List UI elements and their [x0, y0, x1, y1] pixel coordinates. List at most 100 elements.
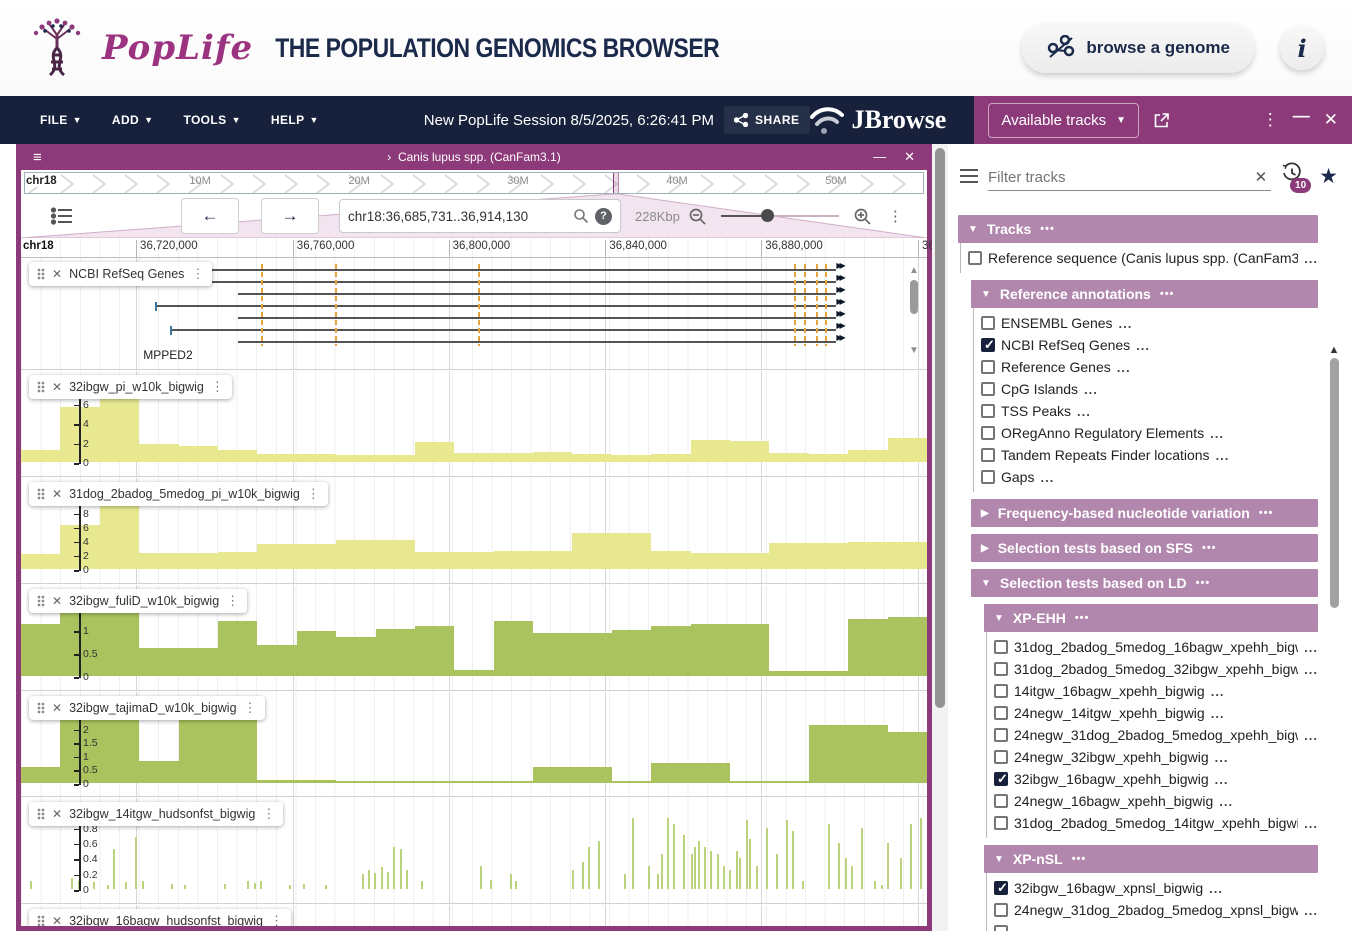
track-menu-kebab-icon[interactable]: ⋮ [191, 266, 204, 282]
track-item[interactable]: 32ibgw_16bagw_xpehh_bigwig... [994, 768, 1318, 790]
track-item-menu-icon[interactable]: ... [1020, 925, 1034, 931]
drag-handle-icon[interactable] [37, 488, 45, 500]
checkbox-unchecked-icon[interactable] [994, 816, 1008, 830]
checkbox-unchecked-icon[interactable] [981, 404, 995, 418]
close-track-icon[interactable]: ✕ [52, 267, 62, 281]
gene-model-line[interactable] [238, 293, 836, 295]
drag-handle-icon[interactable] [37, 915, 45, 926]
menu-add[interactable]: ADD▼ [112, 113, 154, 127]
coordinate-ruler[interactable]: chr18 36,720,00036,760,00036,800,00036,8… [21, 238, 927, 258]
track-menu-kebab-icon[interactable]: ⋮ [244, 700, 257, 716]
share-button[interactable]: SHARE [724, 106, 810, 134]
track-item[interactable]: CpG Islands... [981, 378, 1318, 400]
track-item[interactable]: 31dog_2badog_5medog_16bagw_xpehh_bigwig.… [994, 636, 1318, 658]
checkbox-unchecked-icon[interactable] [981, 382, 995, 396]
view-close-icon[interactable]: ✕ [904, 149, 915, 165]
category-menu-dots-icon[interactable]: ••• [1196, 577, 1211, 589]
close-track-icon[interactable]: ✕ [52, 380, 62, 394]
gene-model-line[interactable] [238, 317, 836, 319]
checkbox-unchecked-icon[interactable] [994, 794, 1008, 808]
view-minimize-icon[interactable]: — [873, 149, 886, 165]
back-button[interactable]: ← [181, 198, 239, 234]
track-item[interactable]: ORegAnno Regulatory Elements... [981, 422, 1318, 444]
track-item[interactable]: Gaps... [981, 466, 1318, 488]
gene-model-line[interactable] [238, 341, 836, 343]
category-header-selection-tests-based-on-ld[interactable]: ▼Selection tests based on LD••• [971, 569, 1318, 597]
search-help-icon[interactable]: ? [595, 208, 612, 225]
category-menu-dots-icon[interactable]: ••• [1160, 288, 1175, 300]
track-item[interactable]: ... [994, 921, 1318, 931]
track-selector-icon[interactable] [51, 207, 73, 225]
category-header-xp-ehh[interactable]: ▼XP-EHH••• [984, 604, 1318, 632]
category-menu-dots-icon[interactable]: ••• [1202, 542, 1217, 554]
panel-close-icon[interactable]: ✕ [1324, 110, 1338, 130]
track-item[interactable]: 31dog_2badog_5medog_32ibgw_xpehh_bigwig.… [994, 658, 1318, 680]
track-item-menu-icon[interactable]: ... [1304, 251, 1318, 266]
open-in-new-icon[interactable] [1153, 112, 1170, 129]
track-item-menu-icon[interactable]: ... [1304, 640, 1318, 655]
checkbox-unchecked-icon[interactable] [994, 662, 1008, 676]
zoom-in-icon[interactable] [853, 207, 872, 226]
clear-filter-icon[interactable]: ✕ [1251, 168, 1272, 186]
view-menu-icon[interactable]: ≡ [33, 149, 42, 166]
checkbox-checked-icon[interactable] [994, 772, 1008, 786]
track-item[interactable]: NCBI RefSeq Genes... [981, 334, 1318, 356]
track-menu-kebab-icon[interactable]: ⋮ [262, 806, 275, 822]
sidebar-scrollbar-thumb[interactable] [1330, 358, 1339, 608]
checkbox-unchecked-icon[interactable] [994, 728, 1008, 742]
track-item[interactable]: 24negw_31dog_2badog_5medog_xpnsl_bigwig.… [994, 899, 1318, 921]
scroll-down-icon[interactable]: ▼ [909, 346, 919, 356]
checkbox-unchecked-icon[interactable] [981, 448, 995, 462]
track-item-menu-icon[interactable]: ... [1136, 338, 1150, 353]
info-button[interactable]: i [1280, 26, 1324, 70]
zoom-slider[interactable] [721, 215, 839, 217]
checkbox-checked-icon[interactable] [981, 338, 995, 352]
gene-model-line[interactable] [155, 305, 836, 307]
track-item[interactable]: 32ibgw_16bagw_xpnsl_bigwig... [994, 877, 1318, 899]
gene-model-line[interactable] [170, 329, 836, 331]
track-menu-kebab-icon[interactable]: ⋮ [307, 486, 320, 502]
close-track-icon[interactable]: ✕ [52, 701, 62, 715]
location-input[interactable] [348, 209, 567, 224]
scrollbar-thumb[interactable] [910, 280, 918, 314]
track-item[interactable]: ENSEMBL Genes... [981, 312, 1318, 334]
category-header-tracks[interactable]: ▼Tracks••• [958, 215, 1318, 243]
track-item-menu-icon[interactable]: ... [1210, 426, 1224, 441]
track-menu-kebab-icon[interactable]: ⋮ [270, 913, 283, 926]
panel-menu-kebab-icon[interactable]: ⋮ [1262, 110, 1279, 130]
drag-handle-icon[interactable] [37, 595, 45, 607]
checkbox-unchecked-icon[interactable] [981, 470, 995, 484]
checkbox-unchecked-icon[interactable] [994, 706, 1008, 720]
chromosome-overview[interactable]: chr18 10M20M30M40M50M [24, 172, 924, 194]
category-header-reference-annotations[interactable]: ▼Reference annotations••• [971, 280, 1318, 308]
close-track-icon[interactable]: ✕ [52, 487, 62, 501]
track-item-menu-icon[interactable]: ... [1215, 772, 1229, 787]
favorites-star-icon[interactable]: ★ [1319, 164, 1338, 189]
category-menu-dots-icon[interactable]: ••• [1075, 612, 1090, 624]
track-item-menu-icon[interactable]: ... [1304, 903, 1318, 918]
menu-tools[interactable]: TOOLS▼ [183, 113, 240, 127]
category-header-selection-tests-based-on-sfs[interactable]: ▶Selection tests based on SFS••• [971, 534, 1318, 562]
track-item-menu-icon[interactable]: ... [1216, 448, 1230, 463]
track-item-menu-icon[interactable]: ... [1219, 794, 1233, 809]
forward-button[interactable]: → [261, 198, 319, 234]
search-icon[interactable] [573, 208, 589, 224]
zoom-out-icon[interactable] [688, 207, 707, 226]
category-header-xp-nsl[interactable]: ▼XP-nSL••• [984, 845, 1318, 873]
drag-handle-icon[interactable] [37, 808, 45, 820]
track-item-menu-icon[interactable]: ... [1209, 881, 1223, 896]
track-item[interactable]: TSS Peaks... [981, 400, 1318, 422]
close-track-icon[interactable]: ✕ [52, 914, 62, 926]
close-track-icon[interactable]: ✕ [52, 594, 62, 608]
track-item-menu-icon[interactable]: ... [1084, 382, 1098, 397]
browse-a-genome-button[interactable]: browse a genome [1022, 23, 1254, 73]
track-item[interactable]: 31dog_2badog_5medog_14itgw_xpehh_bigwig.… [994, 812, 1318, 834]
track-item[interactable]: Reference Genes... [981, 356, 1318, 378]
view-kebab-icon[interactable]: ⋮ [888, 207, 903, 225]
category-menu-dots-icon[interactable]: ••• [1259, 507, 1274, 519]
track-item-menu-icon[interactable]: ... [1117, 360, 1131, 375]
checkbox-unchecked-icon[interactable] [994, 750, 1008, 764]
track-item[interactable]: 24negw_16bagw_xpehh_bigwig... [994, 790, 1318, 812]
hamburger-menu-icon[interactable] [960, 169, 978, 183]
category-menu-dots-icon[interactable]: ••• [1040, 223, 1055, 235]
